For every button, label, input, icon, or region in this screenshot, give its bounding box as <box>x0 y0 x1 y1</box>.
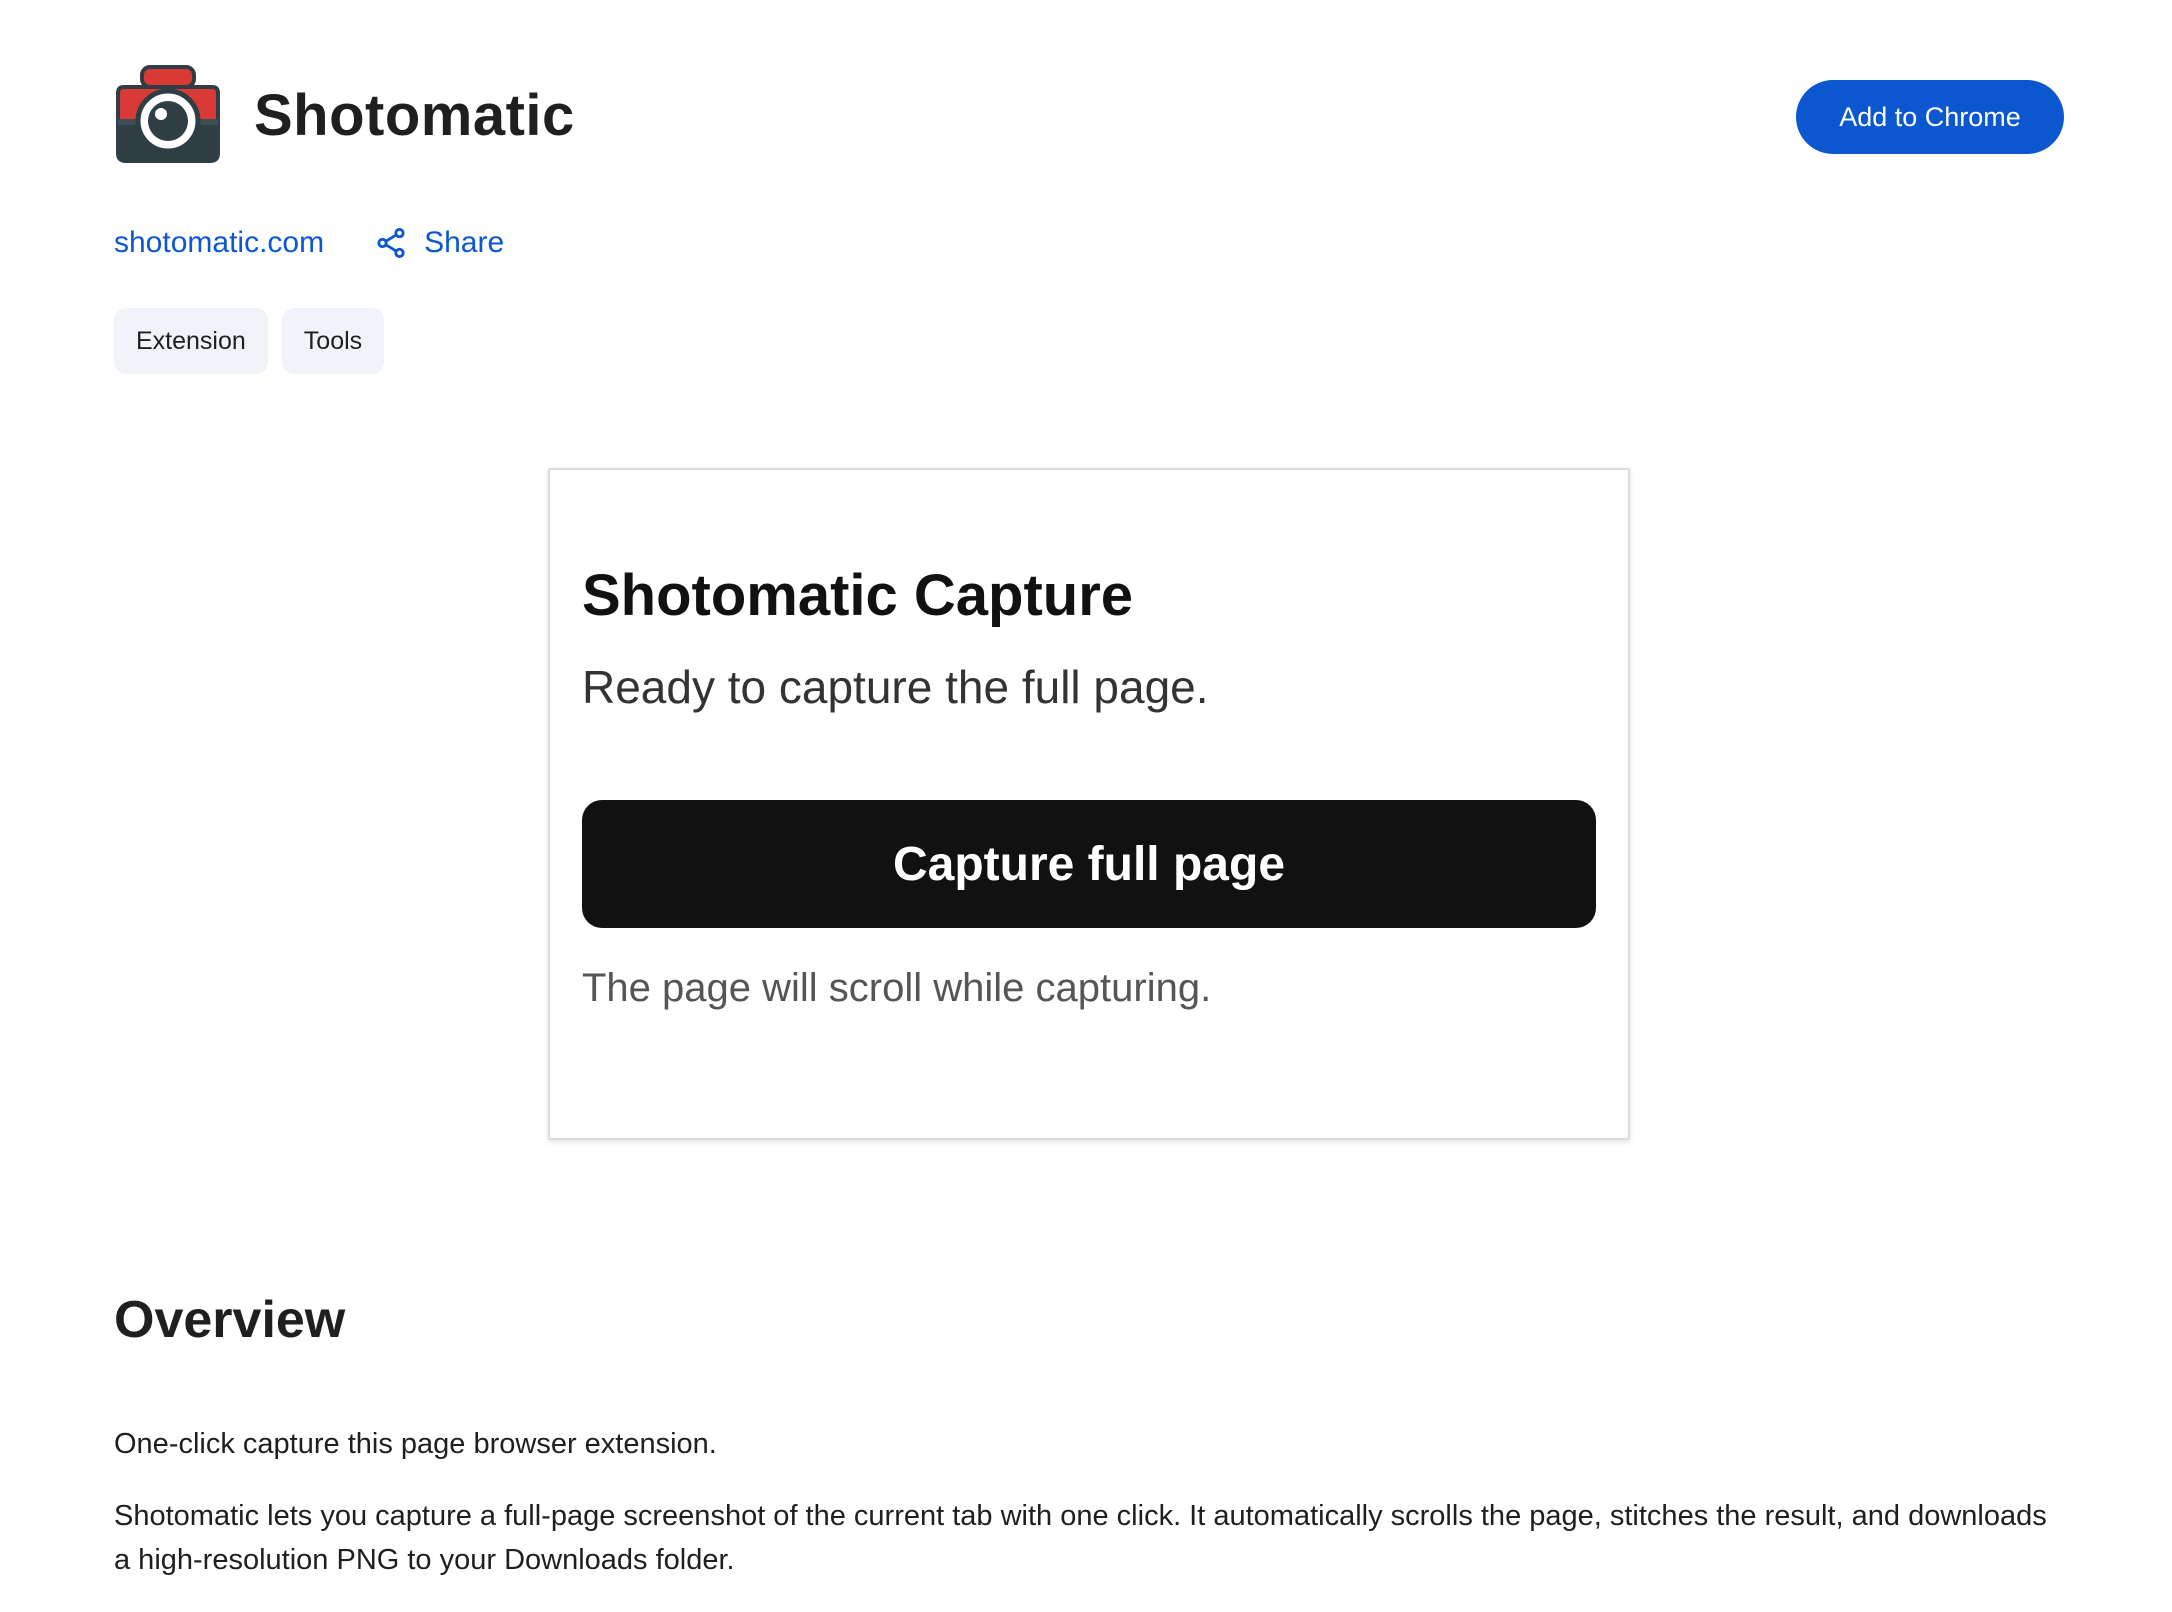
extension-detail-page: Shotomatic Add to Chrome shotomatic.com … <box>0 0 2172 1612</box>
capture-full-page-button: Capture full page <box>582 800 1596 928</box>
camera-icon <box>116 65 220 163</box>
website-link[interactable]: shotomatic.com <box>114 226 324 260</box>
category-chips: Extension Tools <box>114 308 385 374</box>
header: Shotomatic Add to Chrome <box>114 60 2064 170</box>
chip-extension[interactable]: Extension <box>114 308 268 374</box>
add-to-chrome-button[interactable]: Add to Chrome <box>1796 80 2064 154</box>
preview-note: The page will scroll while capturing. <box>582 966 1212 1010</box>
share-label: Share <box>424 226 505 259</box>
chip-tools[interactable]: Tools <box>281 308 385 374</box>
overview-summary: One-click capture this page browser exte… <box>114 1428 717 1460</box>
overview-description: Shotomatic lets you capture a full-page … <box>114 1500 2047 1576</box>
screenshot-preview[interactable]: Shotomatic Capture Ready to capture the … <box>548 468 1630 1140</box>
overview-heading: Overview <box>114 1291 346 1349</box>
share-button[interactable]: Share <box>374 226 504 260</box>
share-icon <box>377 227 405 259</box>
links-row: shotomatic.com Share <box>114 218 504 268</box>
app-title: Shotomatic <box>254 82 575 148</box>
preview-status-text: Ready to capture the full page. <box>582 661 1209 713</box>
preview-title: Shotomatic Capture <box>582 563 1134 628</box>
